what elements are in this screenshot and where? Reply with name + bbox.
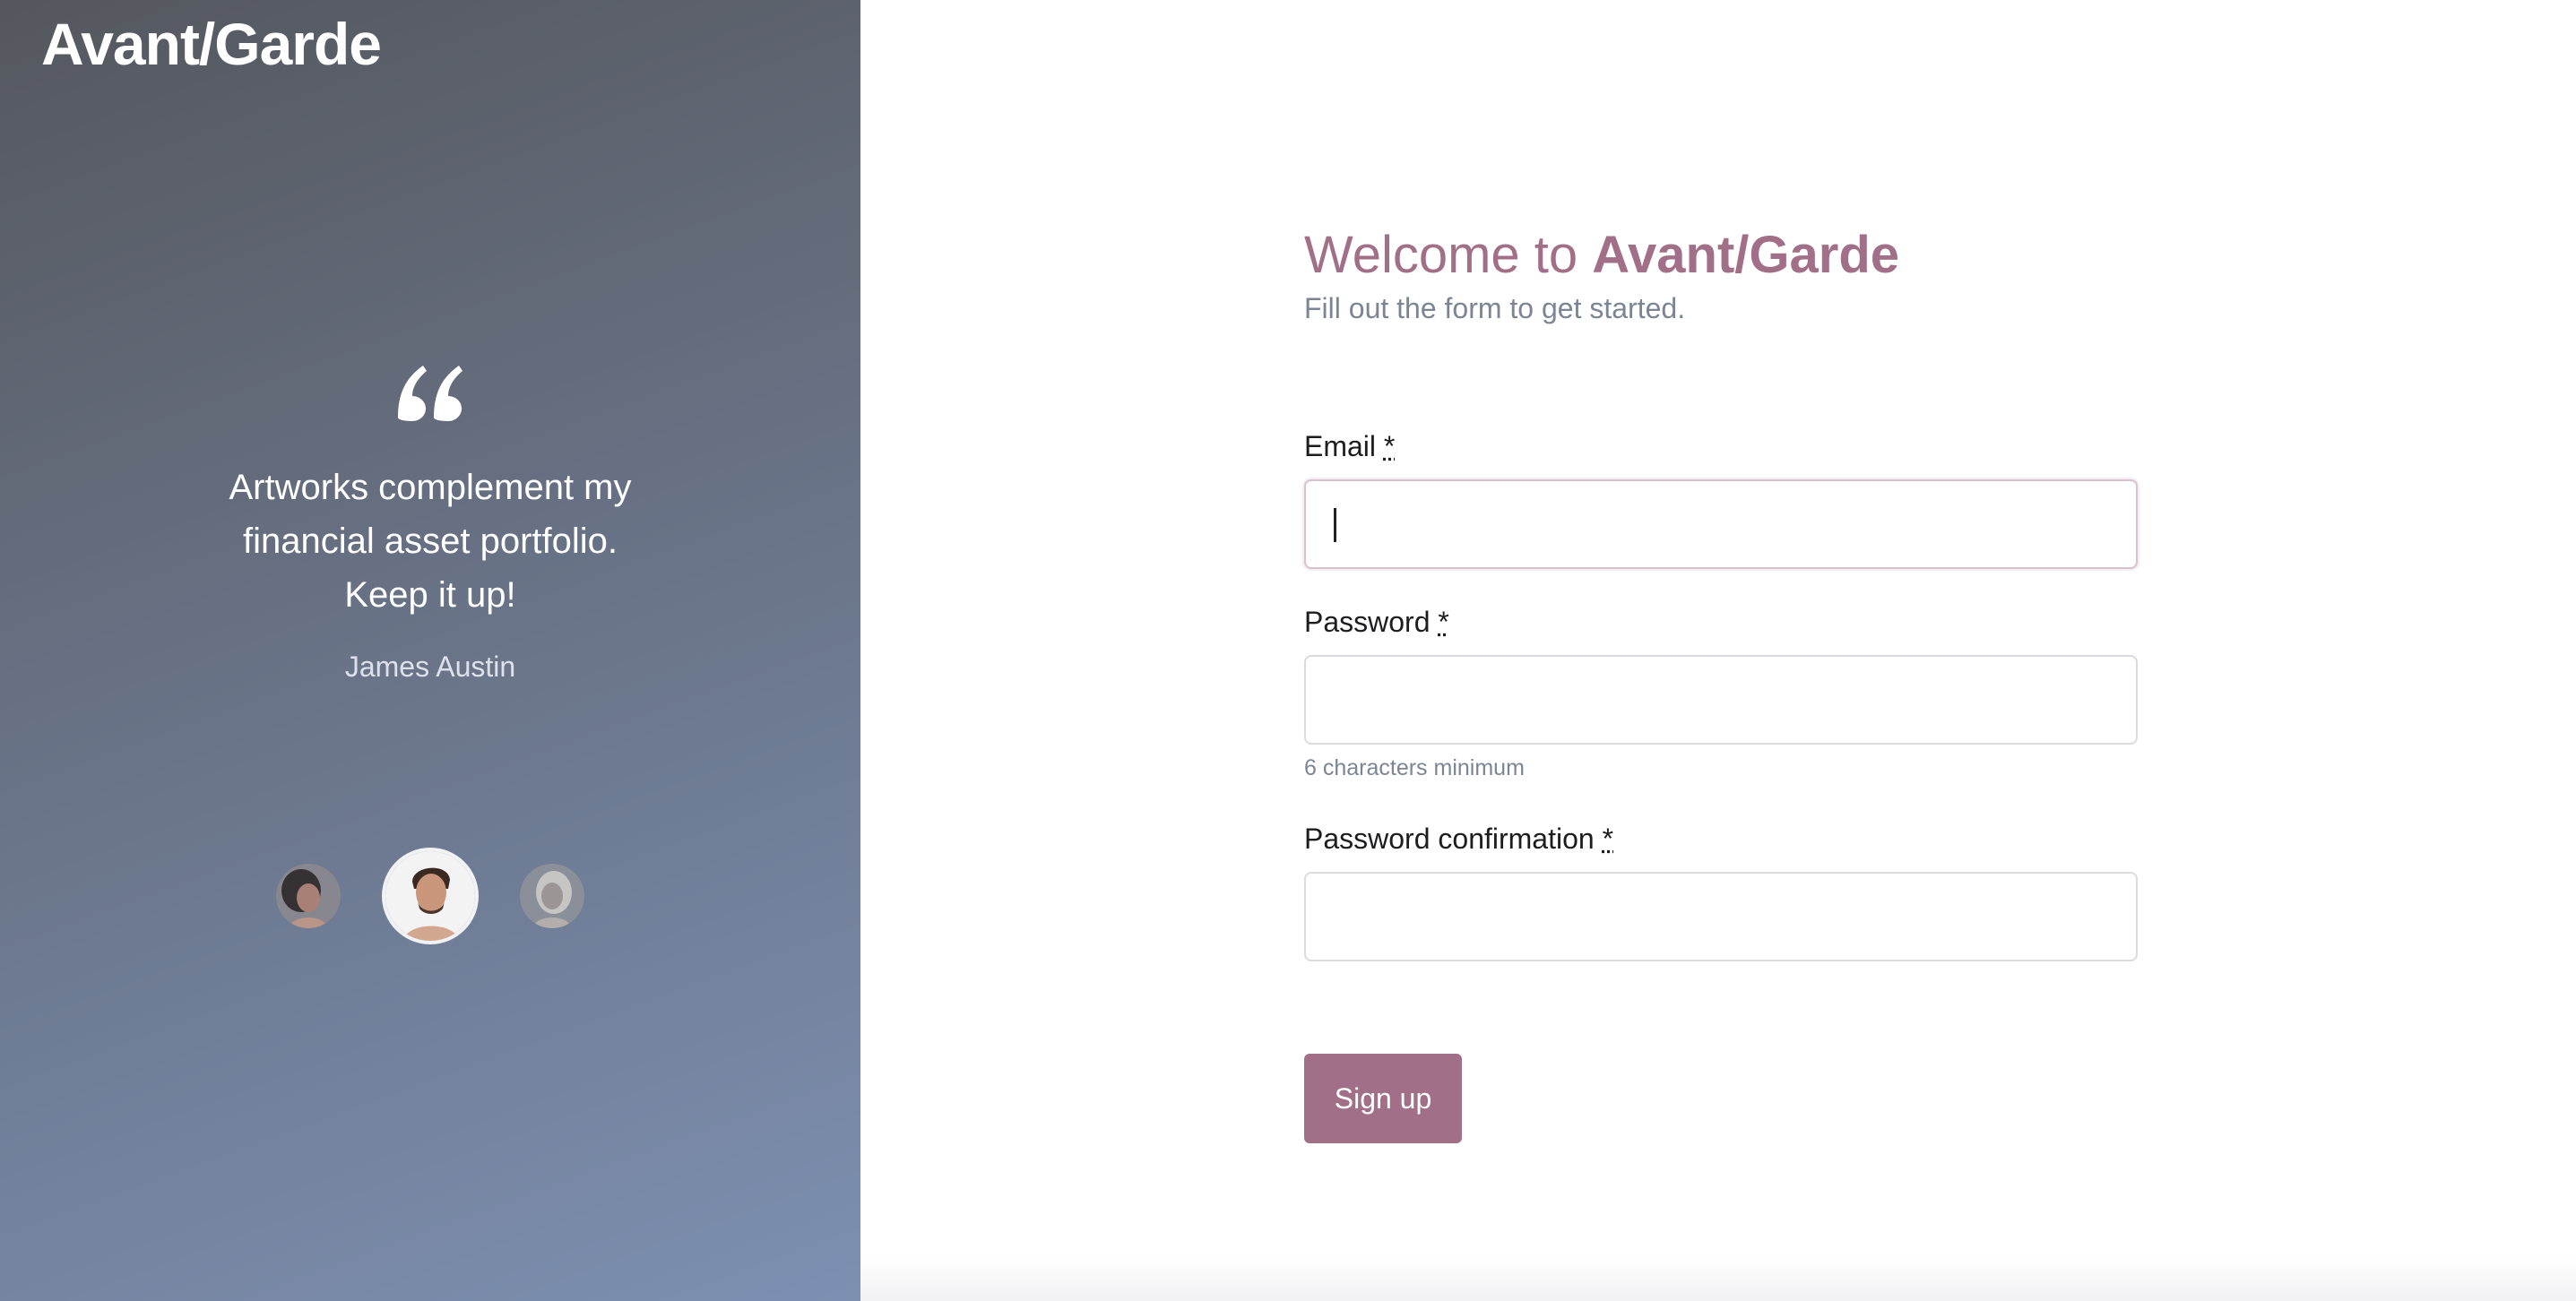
email-label: Email *	[1304, 430, 2138, 463]
email-input[interactable]	[1304, 479, 2138, 569]
email-field-group: Email *	[1304, 430, 2138, 569]
testimonial-avatar-carousel	[0, 851, 860, 941]
avatar-woman-1[interactable]	[276, 864, 341, 928]
email-required-mark: *	[1383, 430, 1396, 462]
password-required-mark: *	[1438, 606, 1449, 638]
brand-logo[interactable]: Avant/Garde	[41, 9, 382, 80]
text-caret	[1334, 508, 1336, 542]
password-confirmation-field-group: Password confirmation *	[1304, 823, 2138, 961]
email-label-text: Email	[1304, 430, 1377, 462]
title-prefix: Welcome to	[1304, 226, 1578, 284]
password-label-text: Password	[1304, 606, 1431, 638]
testimonial-quote: Artworks complement my financial asset p…	[229, 468, 632, 615]
password-field-group: Password * 6 characters minimum	[1304, 606, 2138, 781]
title-brand: Avant/Garde	[1592, 226, 1900, 284]
page-subtitle: Fill out the form to get started.	[1304, 292, 1686, 324]
quote-icon	[398, 366, 462, 421]
password-confirmation-label-text: Password confirmation	[1304, 823, 1595, 855]
password-confirmation-required-mark: *	[1602, 823, 1614, 855]
testimonial-author: James Austin	[344, 650, 516, 683]
password-label: Password *	[1304, 606, 2138, 639]
password-hint: 6 characters minimum	[1304, 755, 1525, 780]
password-confirmation-label: Password confirmation *	[1304, 823, 2138, 856]
page-title: Welcome to Avant/Garde	[1304, 222, 2138, 289]
testimonial: Artworks complement my financial asset p…	[0, 358, 860, 684]
sign-up-button[interactable]: Sign up	[1304, 1054, 1462, 1143]
avatar-woman-2[interactable]	[520, 864, 584, 928]
avatar-james-austin[interactable]	[385, 851, 475, 941]
signup-panel: Welcome to Avant/Garde Fill out the form…	[860, 0, 2576, 1301]
signup-form: Welcome to Avant/Garde Fill out the form…	[1304, 222, 2138, 1143]
password-confirmation-input[interactable]	[1304, 872, 2138, 961]
testimonial-panel: Avant/Garde Artworks complement my finan…	[0, 0, 860, 1301]
password-input[interactable]	[1304, 655, 2138, 745]
bottom-fade	[860, 1256, 2576, 1301]
